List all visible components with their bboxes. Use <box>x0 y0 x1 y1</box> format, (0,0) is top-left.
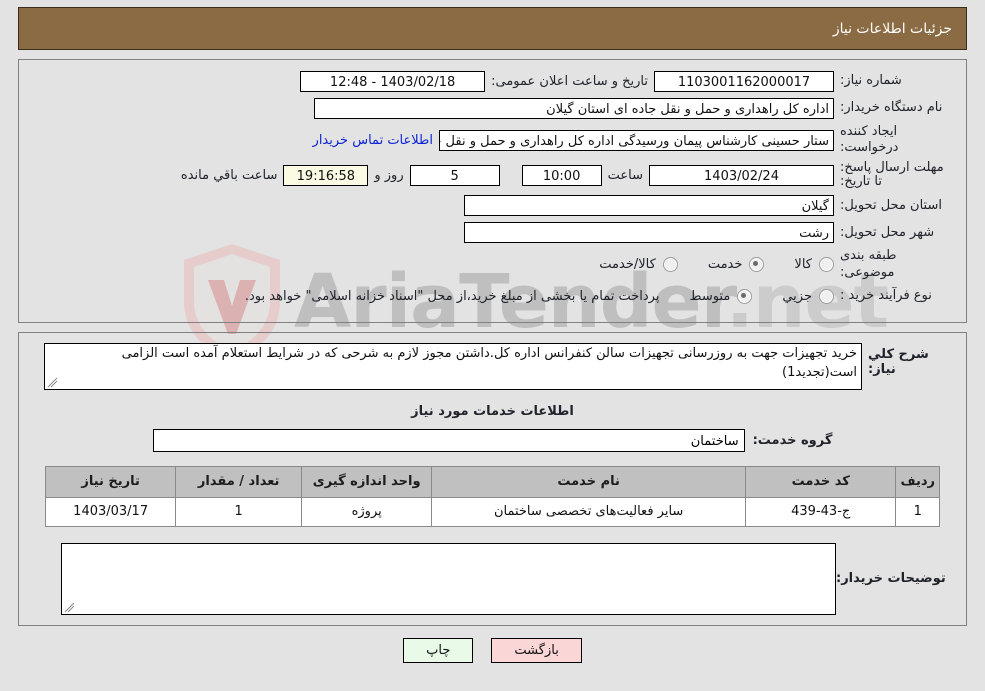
province-label: استان محل تحویل: <box>840 197 942 213</box>
payment-note: پرداخت تمام یا بخشی از مبلغ خرید،از محل … <box>244 288 660 304</box>
service-group-field[interactable]: ساختمان <box>152 428 745 452</box>
row-purchase-process: نوع فرآیند خرید : جزیي متوسط پرداخت تمام… <box>31 285 954 308</box>
buyer-notes-label: توضیحات خریدار: <box>836 570 946 586</box>
city-label: شهر محل تحویل: <box>840 224 935 240</box>
radio-circle-icon <box>819 288 834 304</box>
radio-circle-icon <box>819 257 834 273</box>
row-general-description: شرح کلي نیاز: خرید تجهیزات جهت به روزرسا… <box>31 342 954 390</box>
cell-service-code: ج-43-439 <box>744 496 897 527</box>
print-button[interactable]: چاپ <box>403 637 474 663</box>
need-details-panel: شرح کلي نیاز: خرید تجهیزات جهت به روزرسا… <box>18 331 967 626</box>
category-option-label: کالا <box>794 257 812 273</box>
category-radio-group: کالا خدمت کالا/خدمت <box>569 257 834 273</box>
remaining-days-field[interactable]: 5 <box>409 164 500 186</box>
province-field[interactable]: گیلان <box>464 195 834 217</box>
resize-grip-icon[interactable] <box>64 602 75 613</box>
resize-grip-icon[interactable] <box>47 377 58 388</box>
row-delivery-city: شهر محل تحویل: رشت <box>31 221 954 244</box>
column-header-service-code: کد خدمت <box>744 465 897 498</box>
page-title: جزئیات اطلاعات نیاز <box>832 20 952 37</box>
process-radio-jozi[interactable]: جزیي <box>782 288 834 304</box>
hour-label: ساعت <box>607 167 643 183</box>
description-label: شرح کلي نیاز: <box>868 346 929 377</box>
back-button[interactable]: بازگشت <box>491 637 582 663</box>
cell-service-name: سایر فعالیت‌های تخصصی ساختمان <box>431 496 746 527</box>
row-response-deadline: مهلت ارسال پاسخ: تا تاریخ: 1403/02/24 سا… <box>31 159 954 191</box>
category-radio-kala-khedmat[interactable]: کالا/خدمت <box>599 257 678 273</box>
column-header-radif: ردیف <box>895 465 940 498</box>
radio-circle-icon <box>737 288 753 304</box>
remaining-label: ساعت باقي مانده <box>180 167 278 183</box>
category-label: طبقه بندی موضوعی: <box>840 248 897 280</box>
row-subject-category: طبقه بندی موضوعی: کالا خدمت کالا/خدمت <box>31 248 954 281</box>
row-buyer-notes: توضیحات خریدار: <box>31 542 954 615</box>
creator-label: ایجاد کننده درخواست: <box>840 124 899 156</box>
radio-circle-icon <box>662 257 678 273</box>
services-table: ردیف کد خدمت نام خدمت واحد اندازه گیری ت… <box>44 465 940 527</box>
deadline-date-field[interactable]: 1403/02/24 <box>649 164 834 186</box>
deadline-hour-field[interactable]: 10:00 <box>521 164 602 186</box>
footer-actions: بازگشت چاپ <box>18 637 967 663</box>
column-header-service-name: نام خدمت <box>431 465 746 498</box>
category-option-label: کالا/خدمت <box>599 257 656 273</box>
process-option-label: متوسط <box>689 288 731 304</box>
row-request-creator: ایجاد کننده درخواست: ستار حسینی کارشناس … <box>31 124 954 157</box>
process-radio-group: جزیي متوسط <box>659 288 834 304</box>
cell-need-date: 1403/03/17 <box>44 496 177 527</box>
buyer-org-label: نام دستگاه خریدار: <box>840 100 943 116</box>
category-radio-khedmat[interactable]: خدمت <box>707 257 765 273</box>
buyer-org-field[interactable]: اداره کل راهداری و حمل و نقل جاده ای است… <box>314 98 834 119</box>
need-number-field[interactable]: 1103001162000017 <box>654 71 834 92</box>
process-radio-motavaset[interactable]: متوسط <box>689 288 753 304</box>
cell-quantity: 1 <box>175 496 303 527</box>
category-radio-kala[interactable]: کالا <box>794 257 834 273</box>
process-option-label: جزیي <box>782 288 812 304</box>
table-row: 1 ج-43-439 سایر فعالیت‌های تخصصی ساختمان… <box>44 496 940 527</box>
table-header-row: ردیف کد خدمت نام خدمت واحد اندازه گیری ت… <box>44 465 940 498</box>
public-announce-label: تاریخ و ساعت اعلان عمومی: <box>491 74 648 89</box>
need-summary-panel: شماره نیاز: 1103001162000017 تاریخ و ساع… <box>18 59 967 323</box>
page-title-bar: جزئیات اطلاعات نیاز <box>18 7 967 50</box>
buyer-contact-link[interactable]: اطلاعات تماس خریدار <box>313 133 439 148</box>
process-label: نوع فرآیند خرید : <box>840 288 932 304</box>
column-header-need-date: تاریخ نیاز <box>44 465 177 498</box>
description-textarea[interactable]: خرید تجهیزات جهت به روزرسانی تجهیزات سال… <box>44 342 862 390</box>
row-delivery-province: استان محل تحویل: گیلان <box>31 194 954 217</box>
page-container: جزئیات اطلاعات نیاز شماره نیاز: 11030011… <box>0 0 985 663</box>
column-header-unit: واحد اندازه گیری <box>301 465 433 498</box>
row-need-number: شماره نیاز: 1103001162000017 تاریخ و ساع… <box>31 70 954 93</box>
countdown-timer-field: 19:16:58 <box>283 164 369 186</box>
row-service-group: گروه خدمت: ساختمان <box>31 428 954 452</box>
column-header-quantity: تعداد / مقدار <box>175 465 303 498</box>
need-number-label: شماره نیاز: <box>840 73 902 89</box>
radio-circle-icon <box>749 257 765 273</box>
days-label: روز و <box>374 167 404 183</box>
service-group-label: گروه خدمت: <box>752 432 833 448</box>
category-option-label: خدمت <box>707 257 743 273</box>
public-announce-field[interactable]: 1403/02/18 - 12:48 <box>300 71 486 92</box>
city-field[interactable]: رشت <box>464 222 834 244</box>
row-buyer-org: نام دستگاه خریدار: اداره کل راهداری و حم… <box>31 97 954 120</box>
buyer-notes-textarea[interactable] <box>61 542 836 615</box>
services-section-heading: اطلاعات خدمات مورد نیاز <box>411 403 574 419</box>
cell-unit: پروژه <box>301 496 433 527</box>
cell-radif: 1 <box>895 496 940 527</box>
creator-field[interactable]: ستار حسینی کارشناس پیمان ورسیدگی اداره ک… <box>439 129 834 151</box>
deadline-label: مهلت ارسال پاسخ: تا تاریخ: <box>840 159 944 190</box>
